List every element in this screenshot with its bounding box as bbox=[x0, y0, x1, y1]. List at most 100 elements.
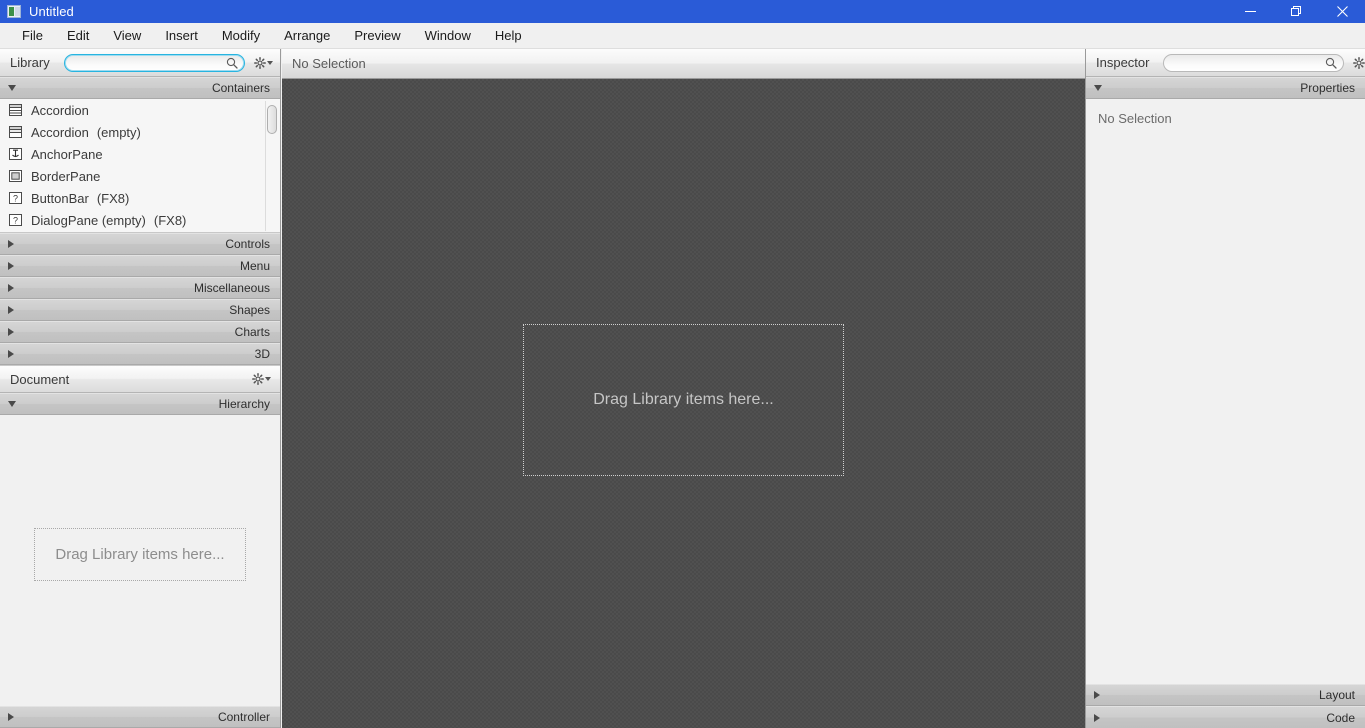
inspector-properties-body: No Selection bbox=[1086, 99, 1365, 684]
hierarchy-tree[interactable]: Drag Library items here... bbox=[0, 415, 280, 706]
minimize-icon[interactable] bbox=[1227, 0, 1273, 23]
list-item-suffix: (FX8) bbox=[153, 212, 187, 228]
accordion-icon bbox=[9, 104, 22, 116]
list-item[interactable]: Accordion (empty) bbox=[0, 121, 280, 143]
selection-status: No Selection bbox=[292, 56, 366, 71]
list-item-suffix: (empty) bbox=[96, 124, 141, 140]
left-panel: Library Containers Accordion Accordion (… bbox=[0, 49, 281, 728]
library-section-containers[interactable]: Containers bbox=[0, 77, 280, 99]
menu-item-window[interactable]: Window bbox=[413, 24, 483, 48]
library-section-label: Menu bbox=[239, 259, 270, 273]
accordion-empty-icon bbox=[9, 126, 22, 138]
list-item-label: BorderPane bbox=[31, 168, 101, 184]
inspector-section-label: Code bbox=[1326, 710, 1355, 725]
list-item[interactable]: ? ButtonBar (FX8) bbox=[0, 187, 280, 209]
gear-icon bbox=[1353, 56, 1365, 69]
list-item[interactable]: ? DialogPane (empty) (FX8) bbox=[0, 209, 280, 231]
menu-item-view[interactable]: View bbox=[101, 24, 153, 48]
unknown-icon: ? bbox=[9, 214, 22, 226]
borderpane-icon bbox=[9, 170, 22, 182]
library-section-label: 3D bbox=[254, 347, 270, 361]
chevron-right-icon bbox=[1094, 691, 1100, 699]
library-section-3d[interactable]: 3D bbox=[0, 343, 280, 365]
document-section-controller[interactable]: Controller bbox=[0, 706, 280, 728]
library-section-controls[interactable]: Controls bbox=[0, 233, 280, 255]
search-icon bbox=[1326, 57, 1338, 69]
list-item-label: AnchorPane bbox=[31, 146, 103, 162]
library-section-shapes[interactable]: Shapes bbox=[0, 299, 280, 321]
menu-item-file[interactable]: File bbox=[10, 24, 55, 48]
list-item-label: Accordion bbox=[31, 124, 89, 140]
chevron-down-icon bbox=[266, 60, 273, 65]
unknown-icon: ? bbox=[9, 192, 22, 204]
library-item-list[interactable]: Accordion Accordion (empty) AnchorPane B… bbox=[0, 99, 280, 233]
menu-bar: File Edit View Insert Modify Arrange Pre… bbox=[0, 23, 1365, 49]
app-icon bbox=[7, 5, 21, 18]
gear-icon bbox=[252, 373, 264, 385]
hierarchy-dropzone[interactable]: Drag Library items here... bbox=[34, 528, 246, 581]
inspector-section-code[interactable]: Code bbox=[1086, 706, 1365, 728]
menu-item-preview[interactable]: Preview bbox=[342, 24, 412, 48]
svg-text:?: ? bbox=[13, 193, 18, 203]
library-section-label: Containers bbox=[211, 81, 270, 95]
svg-text:?: ? bbox=[13, 215, 18, 225]
chevron-right-icon bbox=[8, 262, 14, 270]
scrollbar-thumb[interactable] bbox=[267, 105, 277, 134]
list-item[interactable]: BorderPane bbox=[0, 165, 280, 187]
window-title: Untitled bbox=[29, 4, 74, 19]
inspector-section-label: Properties bbox=[1300, 81, 1355, 95]
chevron-right-icon bbox=[8, 350, 14, 358]
gear-icon bbox=[253, 56, 266, 69]
canvas-status-bar: No Selection bbox=[282, 49, 1085, 79]
library-section-label: Charts bbox=[234, 325, 270, 339]
close-icon[interactable] bbox=[1319, 0, 1365, 23]
canvas-dropzone[interactable]: Drag Library items here... bbox=[523, 324, 844, 476]
chevron-down-icon bbox=[8, 85, 16, 91]
library-section-miscellaneous[interactable]: Miscellaneous bbox=[0, 277, 280, 299]
document-title: Document bbox=[10, 371, 70, 387]
list-item[interactable]: AnchorPane bbox=[0, 143, 280, 165]
inspector-no-selection: No Selection bbox=[1098, 111, 1172, 126]
anchorpane-icon bbox=[9, 148, 22, 160]
list-item-label: ButtonBar bbox=[31, 190, 89, 206]
inspector-search-input[interactable] bbox=[1170, 55, 1326, 70]
chevron-right-icon bbox=[8, 240, 14, 248]
library-search-box[interactable] bbox=[63, 53, 245, 72]
chevron-right-icon bbox=[8, 328, 14, 336]
library-section-label: Controls bbox=[225, 237, 270, 251]
inspector-section-layout[interactable]: Layout bbox=[1086, 684, 1365, 706]
menu-item-edit[interactable]: Edit bbox=[55, 24, 101, 48]
document-section-label: Hierarchy bbox=[218, 397, 270, 411]
menu-item-help[interactable]: Help bbox=[483, 24, 534, 48]
library-section-menu[interactable]: Menu bbox=[0, 255, 280, 277]
chevron-down-icon bbox=[265, 377, 271, 381]
document-section-hierarchy[interactable]: Hierarchy bbox=[0, 393, 280, 415]
list-item-label: DialogPane (empty) bbox=[31, 212, 146, 228]
menu-item-modify[interactable]: Modify bbox=[210, 24, 272, 48]
library-search-input[interactable] bbox=[70, 55, 226, 70]
inspector-title: Inspector bbox=[1096, 55, 1150, 70]
inspector-search-box[interactable] bbox=[1163, 53, 1345, 72]
window-controls bbox=[1227, 0, 1365, 23]
library-scrollbar[interactable] bbox=[265, 101, 278, 231]
library-header: Library bbox=[0, 49, 280, 77]
library-settings-button[interactable] bbox=[251, 53, 276, 73]
menu-item-insert[interactable]: Insert bbox=[153, 24, 210, 48]
chevron-down-icon bbox=[8, 401, 16, 407]
inspector-header: Inspector bbox=[1086, 49, 1365, 77]
list-item[interactable]: Accordion bbox=[0, 99, 280, 121]
list-item-suffix: (FX8) bbox=[96, 190, 130, 206]
library-section-label: Shapes bbox=[229, 303, 270, 317]
menu-item-arrange[interactable]: Arrange bbox=[272, 24, 342, 48]
inspector-settings-button[interactable] bbox=[1350, 53, 1365, 73]
library-section-charts[interactable]: Charts bbox=[0, 321, 280, 343]
content-canvas[interactable]: Drag Library items here... bbox=[282, 49, 1085, 728]
inspector-section-properties[interactable]: Properties bbox=[1086, 77, 1365, 99]
list-item-label: Accordion bbox=[31, 102, 89, 118]
document-settings-button[interactable] bbox=[249, 369, 274, 389]
scene-builder-window: Untitled File Edit View Insert Modify Ar… bbox=[0, 0, 1365, 728]
restore-icon[interactable] bbox=[1273, 0, 1319, 23]
library-section-label: Miscellaneous bbox=[193, 281, 270, 295]
chevron-right-icon bbox=[8, 284, 14, 292]
document-section-label: Controller bbox=[217, 710, 270, 724]
